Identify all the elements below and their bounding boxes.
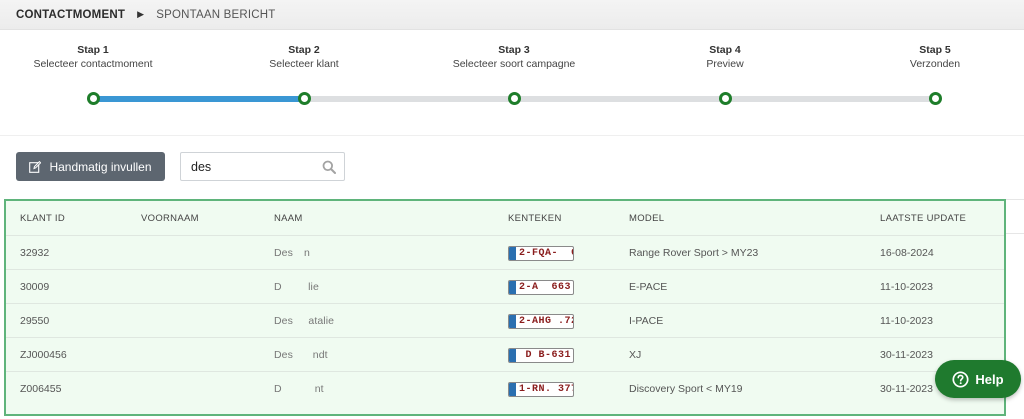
header-laatste-update[interactable]: LAATSTE UPDATE <box>880 201 966 235</box>
cell-laatste-update: 11-10-2023 <box>880 315 933 327</box>
plate-text: 1-RN. 377 <box>519 383 574 395</box>
chevron-right-icon: ▶ <box>137 9 145 19</box>
table-header: KLANT ID VOORNAAM NAAM KENTEKEN MODEL LA… <box>6 201 1004 235</box>
step-2-marker <box>298 92 311 105</box>
license-plate: 2-FQA- 6 <box>508 245 574 261</box>
cell-model: I-PACE <box>629 315 664 327</box>
cell-naam: D nt <box>274 383 324 395</box>
step-name: Selecteer contactmoment <box>33 58 153 70</box>
header-voornaam[interactable]: VOORNAAM <box>141 201 199 235</box>
license-plate: D B-631 <box>508 347 574 363</box>
header-klant-id[interactable]: KLANT ID <box>20 201 65 235</box>
step-name: Selecteer klant <box>269 58 339 70</box>
step-number: Stap 1 <box>77 44 109 56</box>
cell-laatste-update: 11-10-2023 <box>880 281 933 293</box>
cell-naam: Des atalie <box>274 315 335 327</box>
step-name: Selecteer soort campagne <box>452 58 576 70</box>
license-plate: 2-A 663 <box>508 279 574 295</box>
cell-laatste-update: 30-11-2023 <box>880 349 933 361</box>
plate-band <box>509 280 516 294</box>
cell-kenteken: 2-A 663 <box>508 270 574 304</box>
customer-table: KLANT ID VOORNAAM NAAM KENTEKEN MODEL LA… <box>4 199 1006 416</box>
step-3-marker <box>508 92 521 105</box>
cell-klant-id: 30009 <box>20 281 50 293</box>
header-kenteken[interactable]: KENTEKEN <box>508 201 562 235</box>
step-5: Stap 5 Verzonden <box>835 43 1024 71</box>
cell-model: E-PACE <box>629 281 668 293</box>
cell-klant-id: 29550 <box>20 315 50 327</box>
cell-model: Discovery Sport < MY19 <box>629 383 743 395</box>
cell-naam: Des n <box>274 247 310 259</box>
help-button[interactable]: Help <box>935 360 1021 398</box>
step-number: Stap 5 <box>919 44 951 56</box>
cell-klant-id: 32932 <box>20 247 50 259</box>
progress-fill <box>93 96 304 102</box>
step-1: Stap 1 Selecteer contactmoment <box>0 43 193 71</box>
step-4-marker <box>719 92 732 105</box>
cell-kenteken: 2-FQA- 6 <box>508 236 574 270</box>
cell-kenteken: 1-RN. 377 <box>508 372 574 406</box>
cell-naam: D lie <box>274 281 319 293</box>
table-row[interactable]: 30009 D lie 2-A 663 E-PACE 11-10-2023 <box>6 269 1004 303</box>
step-2: Stap 2 Selecteer klant <box>204 43 404 71</box>
cell-naam: Des ndt <box>274 349 328 361</box>
edit-icon <box>29 160 42 173</box>
plate-text: 2-AHG .72 <box>519 315 574 327</box>
plate-text: 2-FQA- 6 <box>519 247 574 259</box>
cell-klant-id: Z006455 <box>20 383 62 395</box>
step-3: Stap 3 Selecteer soort campagne <box>414 43 614 71</box>
plate-band <box>509 348 516 362</box>
cell-kenteken: D B-631 <box>508 338 574 372</box>
stepper: Stap 1 Selecteer contactmoment Stap 2 Se… <box>0 30 1024 136</box>
cell-laatste-update: 30-11-2023 <box>880 383 933 395</box>
search-icon[interactable] <box>322 160 336 174</box>
breadcrumb-item-contactmoment[interactable]: CONTACTMOMENT <box>16 9 125 21</box>
cell-laatste-update: 16-08-2024 <box>880 247 934 259</box>
cell-kenteken: 2-AHG .72 <box>508 304 574 338</box>
header-naam[interactable]: NAAM <box>274 201 303 235</box>
step-name: Preview <box>706 58 744 70</box>
plate-text: 2-A 663 <box>519 281 572 293</box>
step-number: Stap 4 <box>709 44 741 56</box>
breadcrumb-item-spontaan-bericht: SPONTAAN BERICHT <box>156 8 276 21</box>
step-5-marker <box>929 92 942 105</box>
help-label: Help <box>975 371 1004 387</box>
step-name: Verzonden <box>909 58 961 70</box>
table-row[interactable]: ZJ000456 Des ndt D B-631 XJ 30-11-2023 <box>6 337 1004 371</box>
table-row[interactable]: 29550 Des atalie 2-AHG .72 I-PACE 11-10-… <box>6 303 1004 337</box>
header-model[interactable]: MODEL <box>629 201 664 235</box>
license-plate: 2-AHG .72 <box>508 313 574 329</box>
search-input[interactable] <box>191 158 321 176</box>
cell-model: Range Rover Sport > MY23 <box>629 247 759 259</box>
table-row[interactable]: 32932 Des n 2-FQA- 6 Range Rover Sport >… <box>6 235 1004 269</box>
plate-band <box>509 246 516 260</box>
cell-klant-id: ZJ000456 <box>20 349 67 361</box>
divider <box>1006 233 1024 234</box>
question-circle-icon <box>952 370 969 388</box>
plate-text: D B-631 <box>519 349 572 361</box>
step-4: Stap 4 Preview <box>625 43 825 71</box>
step-number: Stap 3 <box>498 44 530 56</box>
step-number: Stap 2 <box>288 44 320 56</box>
manual-entry-label: Handmatig invullen <box>49 159 152 174</box>
search-box <box>180 152 345 181</box>
plate-band <box>509 382 516 396</box>
step-1-marker <box>87 92 100 105</box>
plate-band <box>509 314 516 328</box>
divider <box>1006 199 1024 200</box>
manual-entry-button[interactable]: Handmatig invullen <box>16 152 165 181</box>
breadcrumb: CONTACTMOMENT ▶ SPONTAAN BERICHT <box>0 0 1024 30</box>
license-plate: 1-RN. 377 <box>508 381 574 397</box>
cell-model: XJ <box>629 349 642 361</box>
table-row[interactable]: Z006455 D nt 1-RN. 377 Discovery Sport <… <box>6 371 1004 405</box>
